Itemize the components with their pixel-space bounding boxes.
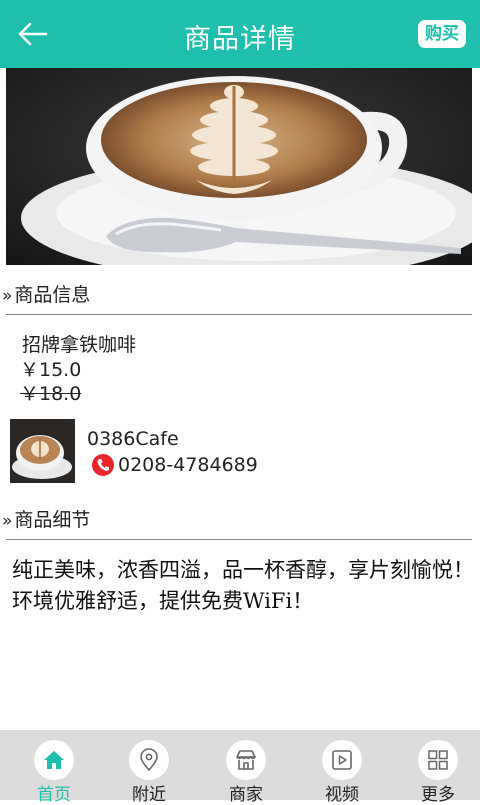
- phone-number[interactable]: 0208-4784689: [118, 454, 258, 476]
- tab-home[interactable]: 首页: [6, 730, 102, 805]
- location-pin-icon: [140, 748, 158, 772]
- tab-merchants[interactable]: 商家: [198, 730, 294, 805]
- shop-name[interactable]: 0386Cafe: [87, 428, 179, 450]
- section-title-product-info: » 商品信息: [2, 280, 90, 307]
- section-title-product-details: » 商品细节: [2, 505, 90, 532]
- store-icon: [236, 750, 256, 770]
- product-price: ￥15.0: [20, 359, 82, 381]
- tab-label: 更多: [421, 785, 455, 805]
- page-title: 商品详情: [184, 24, 296, 55]
- section-title-label: 商品细节: [14, 509, 91, 531]
- buy-button[interactable]: 购买: [418, 20, 466, 48]
- tab-nearby[interactable]: 附近: [101, 730, 197, 805]
- tab-video[interactable]: 视频: [294, 730, 390, 805]
- tab-label: 视频: [325, 785, 359, 805]
- tab-more[interactable]: 更多: [390, 730, 480, 805]
- product-name: 招牌拿铁咖啡: [22, 334, 137, 356]
- divider: [6, 539, 472, 540]
- video-icon: [332, 750, 352, 770]
- product-image: [6, 68, 472, 265]
- app-header: 商品详情 购买: [0, 0, 480, 68]
- grid-icon: [428, 750, 448, 770]
- product-original-price: ￥18.0: [20, 383, 82, 405]
- section-title-label: 商品信息: [14, 284, 91, 306]
- divider: [6, 314, 472, 315]
- double-chevron-icon: »: [2, 286, 13, 306]
- tab-label: 附近: [132, 785, 166, 805]
- tab-label: 商家: [229, 785, 263, 805]
- bottom-tab-bar: 首页 附近 商家 视频 更多: [0, 730, 480, 805]
- phone-icon[interactable]: [92, 454, 114, 476]
- tab-label: 首页: [37, 785, 71, 805]
- double-chevron-icon: »: [2, 511, 13, 531]
- shop-thumbnail[interactable]: [10, 419, 75, 483]
- home-icon: [44, 751, 64, 769]
- product-details-text: 纯正美味，浓香四溢，品一杯香醇，享片刻愉悦！环境优雅舒适，提供免费WiFi！: [12, 558, 474, 613]
